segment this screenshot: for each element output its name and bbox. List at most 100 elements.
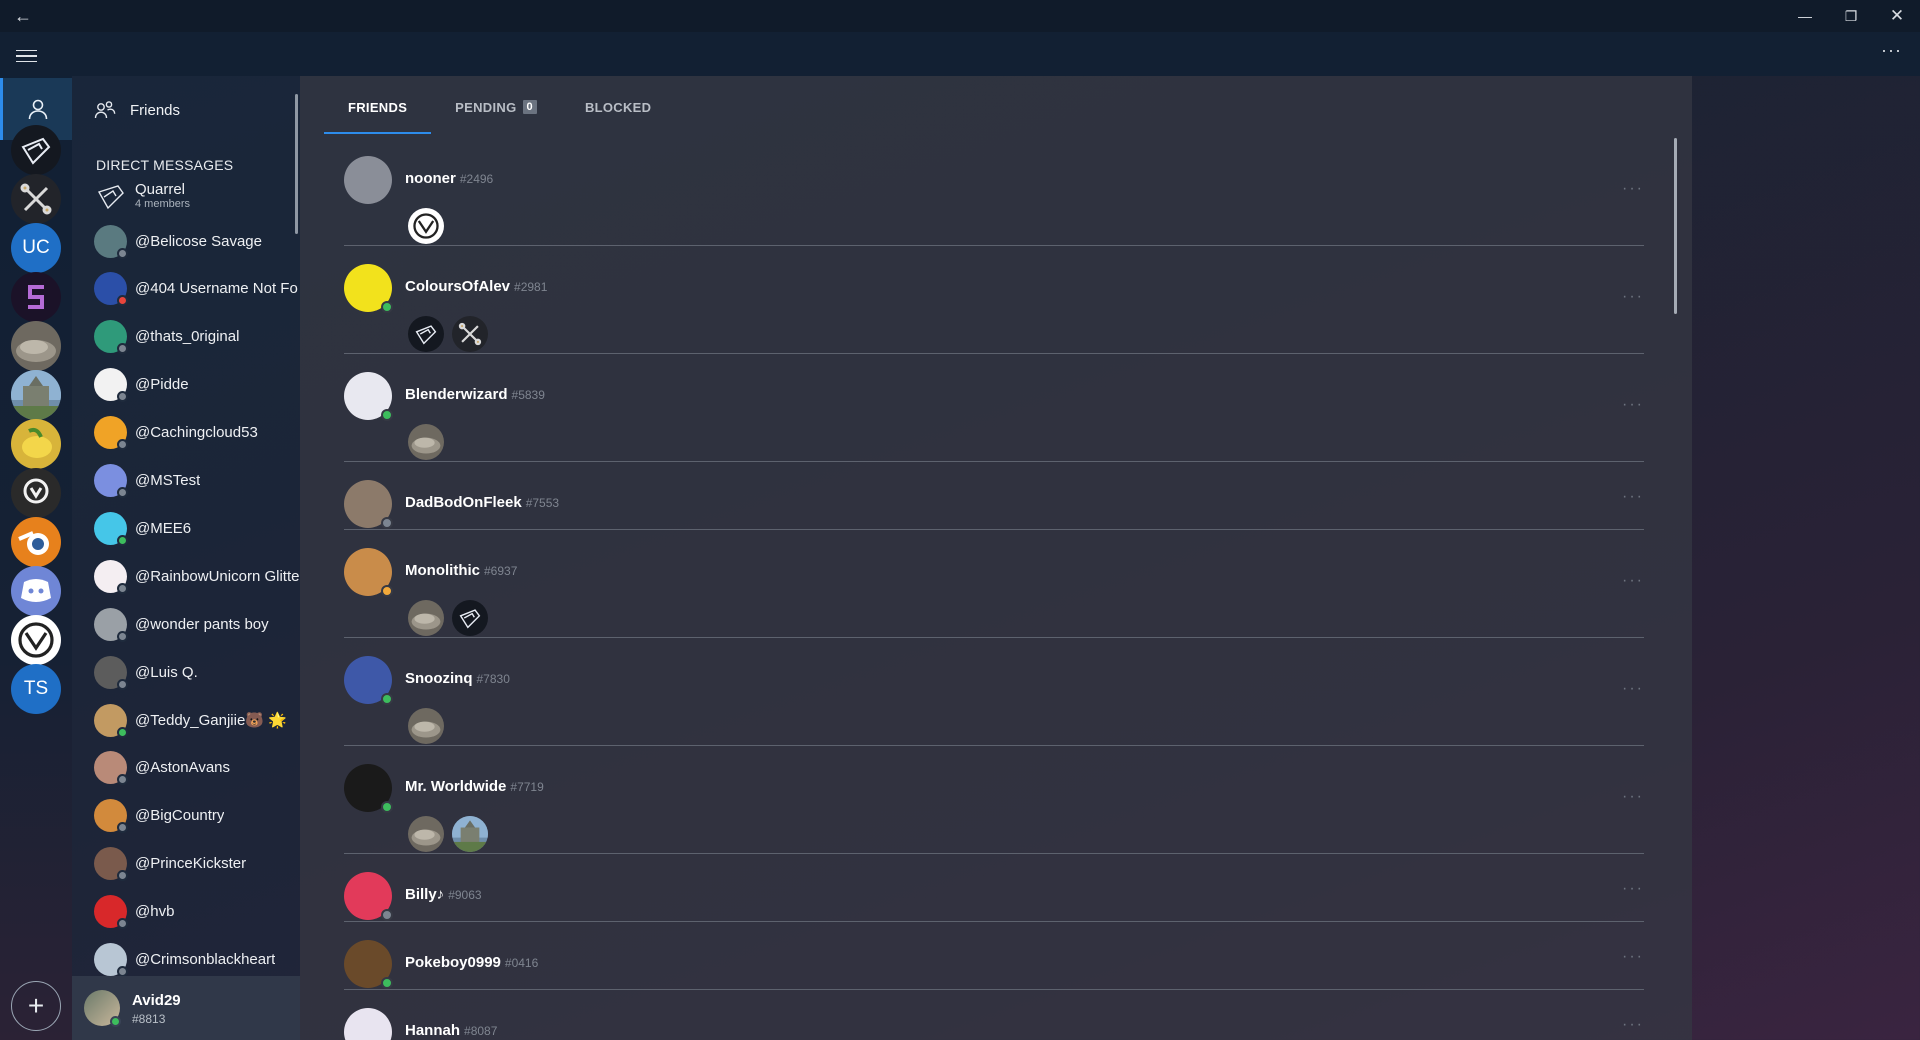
- friend-row[interactable]: Mr. Worldwide #7719 ···: [344, 746, 1644, 854]
- dm-list-item[interactable]: @hvb: [94, 892, 304, 932]
- friend-row[interactable]: Snoozinq #7830 ···: [344, 638, 1644, 746]
- tab-friends[interactable]: FRIENDS: [324, 92, 432, 134]
- dm-avatar: [94, 799, 128, 834]
- more-options-icon[interactable]: ···: [1881, 40, 1902, 61]
- friend-row[interactable]: Hannah #8087 ···: [344, 990, 1644, 1040]
- dm-list-item[interactable]: @Belicose Savage: [94, 221, 304, 261]
- friends-scrollbar[interactable]: [1674, 138, 1677, 314]
- dm-avatar: [94, 368, 128, 403]
- blender-server-icon[interactable]: [11, 517, 61, 567]
- friend-options-icon[interactable]: ···: [1622, 288, 1644, 306]
- building-server-icon[interactable]: [452, 816, 488, 852]
- close-button[interactable]: ✕: [1874, 0, 1920, 32]
- dm-list-item[interactable]: @AstonAvans: [94, 748, 304, 788]
- dm-list-item[interactable]: @wonder pants boy: [94, 604, 304, 644]
- friend-row[interactable]: Pokeboy0999 #0416 ···: [344, 922, 1644, 990]
- friend-row[interactable]: Billy♪ #9063 ···: [344, 854, 1644, 922]
- sidebar-item-friends[interactable]: Friends: [94, 96, 180, 124]
- dm-list-item[interactable]: @MEE6: [94, 508, 304, 548]
- tab-pending-label: PENDING: [455, 99, 517, 115]
- friend-options-icon[interactable]: ···: [1622, 948, 1644, 966]
- tab-pending[interactable]: PENDING 0: [431, 92, 561, 122]
- restore-button[interactable]: ❐: [1828, 0, 1874, 32]
- friend-options-icon[interactable]: ···: [1622, 880, 1644, 898]
- rock-server-icon[interactable]: [408, 816, 444, 852]
- dm-list-item[interactable]: @Cachingcloud53: [94, 413, 304, 453]
- friend-discriminator: #7553: [525, 496, 560, 510]
- rock-server-icon[interactable]: [408, 424, 444, 460]
- rock-server-icon[interactable]: [408, 708, 444, 744]
- app-bar: ···: [0, 32, 1920, 76]
- dm-list-item[interactable]: @BigCountry: [94, 796, 304, 836]
- direct-messages-header: DIRECT MESSAGES: [96, 157, 234, 173]
- friend-options-icon[interactable]: ···: [1622, 396, 1644, 414]
- friend-discriminator: #6937: [484, 564, 518, 578]
- crossed-swords-server-icon[interactable]: [11, 174, 61, 224]
- building-server-icon[interactable]: [11, 370, 61, 420]
- dm-list-item[interactable]: @Luis Q.: [94, 652, 304, 692]
- friend-name-line: Mr. Worldwide #7719: [405, 778, 544, 795]
- dm-name: @AstonAvans: [135, 759, 231, 777]
- dm-name: @hvb: [135, 903, 175, 921]
- friend-row[interactable]: DadBodOnFleek #7553 ···: [344, 462, 1644, 530]
- vlogo-server-icon[interactable]: [408, 208, 444, 244]
- dm-name: @Crimsonblackheart: [135, 951, 276, 968]
- lemon-server-icon[interactable]: [11, 419, 61, 469]
- friend-options-icon[interactable]: ···: [1622, 488, 1644, 506]
- vlogo-server-icon[interactable]: [11, 615, 61, 665]
- friend-name-line: Pokeboy0999 #0416: [405, 954, 538, 971]
- status-indicator: [117, 247, 128, 259]
- dm-list-item[interactable]: @PrinceKickster: [94, 844, 304, 884]
- friend-options-icon[interactable]: ···: [1622, 572, 1644, 590]
- back-arrow-icon[interactable]: ←: [0, 0, 46, 32]
- dm-name: @Cachingcloud53: [135, 424, 258, 442]
- s-logo-server-icon[interactable]: [11, 272, 61, 322]
- rock-server-icon[interactable]: [11, 321, 61, 371]
- server-ts[interactable]: TS: [11, 664, 61, 714]
- overwatch-server-icon[interactable]: [11, 468, 61, 518]
- friend-options-icon[interactable]: ···: [1622, 1016, 1644, 1034]
- quarrel-server-icon[interactable]: [408, 316, 444, 352]
- server-uc[interactable]: UC: [11, 223, 61, 273]
- friend-username: Hannah: [405, 1022, 461, 1039]
- dm-avatar: [94, 943, 128, 977]
- tab-blocked-label: BLOCKED: [584, 99, 652, 115]
- friend-options-icon[interactable]: ···: [1622, 680, 1644, 698]
- hamburger-menu-icon[interactable]: [16, 44, 56, 68]
- dm-list-item[interactable]: @MSTest: [94, 461, 304, 501]
- minimize-button[interactable]: —: [1782, 0, 1828, 32]
- current-user-panel[interactable]: Avid29 #8813: [72, 976, 300, 1040]
- dm-list-item[interactable]: @Pidde: [94, 365, 304, 405]
- friends-icon: [94, 101, 116, 119]
- friend-row[interactable]: Blenderwizard #5839 ···: [344, 354, 1644, 462]
- dm-list-item[interactable]: @Crimsonblackheart: [94, 940, 304, 980]
- friend-row[interactable]: nooner #2496 ···: [344, 138, 1644, 246]
- status-indicator: [117, 822, 128, 834]
- friend-row[interactable]: Monolithic #6937 ···: [344, 530, 1644, 638]
- rock-server-icon[interactable]: [408, 600, 444, 636]
- friend-avatar: [344, 156, 392, 204]
- dm-list-item[interactable]: @404 Username Not Fo: [94, 269, 304, 309]
- dm-list-item[interactable]: @RainbowUnicorn Glitte: [94, 556, 304, 596]
- user-status-indicator: [110, 1016, 121, 1027]
- friend-name-line: DadBodOnFleek #7553: [405, 494, 559, 511]
- status-indicator: [381, 693, 393, 705]
- friend-options-icon[interactable]: ···: [1622, 180, 1644, 198]
- quarrel-server-icon[interactable]: [11, 125, 61, 175]
- discord-api-server-icon[interactable]: [11, 566, 61, 616]
- friend-row[interactable]: ColoursOfAlev #2981 ···: [344, 246, 1644, 354]
- status-indicator: [381, 301, 393, 313]
- friend-options-icon[interactable]: ···: [1622, 788, 1644, 806]
- dm-list-item[interactable]: @thats_0riginal: [94, 317, 304, 357]
- dm-group-quarrel[interactable]: Quarrel 4 members: [94, 176, 304, 216]
- crossed-swords-server-icon[interactable]: [452, 316, 488, 352]
- add-server-button[interactable]: +: [11, 981, 61, 1031]
- friend-username: Blenderwizard: [405, 386, 508, 403]
- dm-list-item[interactable]: @Teddy_Ganjiie🐻 🌟: [94, 700, 304, 740]
- dm-avatar: [94, 655, 128, 690]
- friend-username: ColoursOfAlev: [405, 278, 511, 295]
- tab-blocked[interactable]: BLOCKED: [561, 92, 675, 122]
- quarrel-server-icon[interactable]: [452, 600, 488, 636]
- status-indicator: [117, 630, 128, 642]
- dm-avatar: [94, 224, 128, 259]
